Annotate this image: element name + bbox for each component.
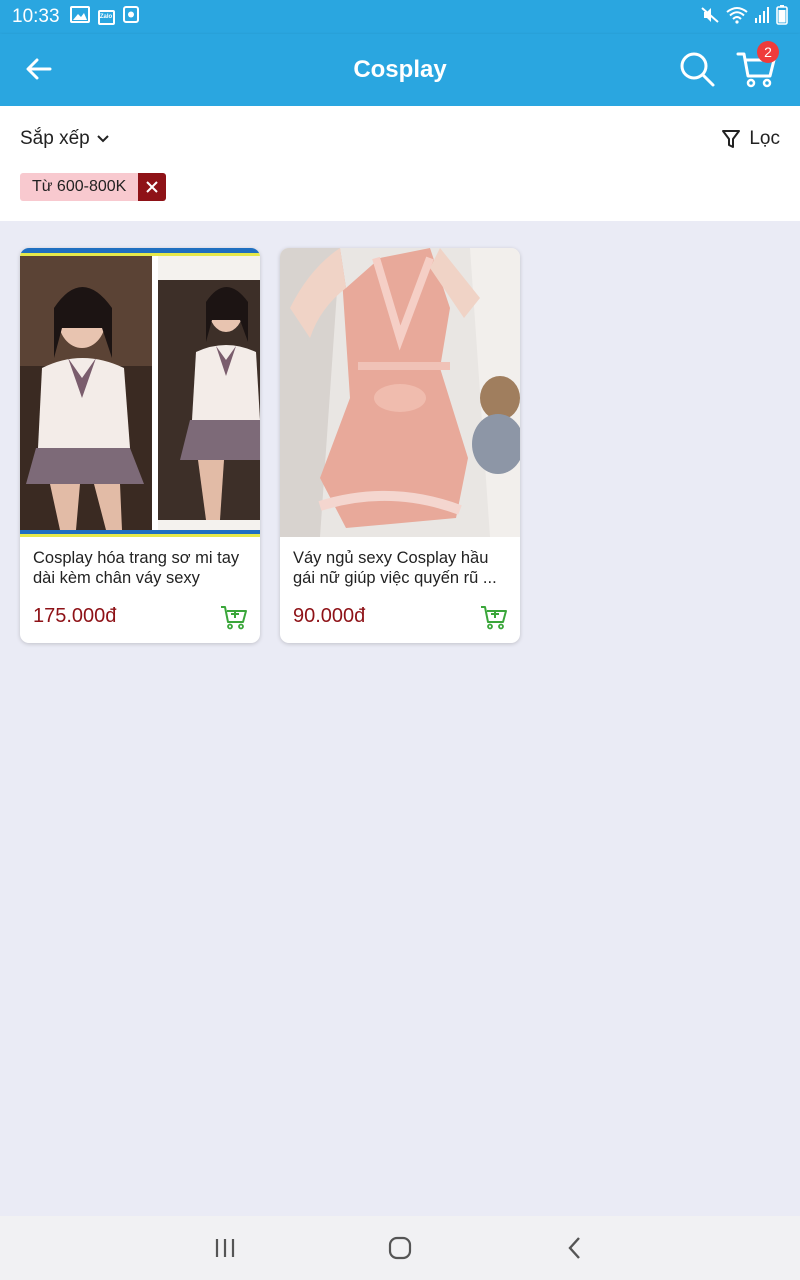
status-bar: 10:33 Zalo <box>0 0 800 34</box>
home-button[interactable] <box>382 1232 418 1264</box>
product-photo-schoolgirl <box>20 248 260 537</box>
filter-button[interactable]: Lọc <box>721 128 780 150</box>
sort-label: Sắp xếp <box>20 128 90 149</box>
product-price: 175.000đ <box>33 605 117 627</box>
product-price: 90.000đ <box>293 605 366 627</box>
filter-icon <box>722 130 741 148</box>
product-card[interactable]: Cosplay hóa trang sơ mi tay dài kèm chân… <box>20 248 260 643</box>
add-to-cart-icon <box>481 606 507 630</box>
remove-filter-button[interactable] <box>138 173 167 201</box>
product-card[interactable]: Váy ngủ sexy Cosplay hầu gái nữ giúp việ… <box>280 248 520 643</box>
product-name[interactable]: Váy ngủ sexy Cosplay hầu gái nữ giúp việ… <box>293 548 511 588</box>
back-button[interactable] <box>22 52 56 86</box>
product-name[interactable]: Cosplay hóa trang sơ mi tay dài kèm chân… <box>33 548 251 588</box>
system-nav-bar <box>0 1216 800 1280</box>
image-icon <box>69 6 90 28</box>
wifi-icon <box>726 6 748 29</box>
search-icon <box>680 52 715 87</box>
filter-label: Lọc <box>749 128 780 149</box>
product-image[interactable] <box>20 248 260 537</box>
recent-apps-icon <box>215 1239 235 1257</box>
sort-dropdown[interactable]: Sắp xếp <box>20 128 110 150</box>
arrow-left-icon <box>26 58 52 80</box>
filter-bar: Sắp xếp Lọc Từ 600-800K <box>0 106 800 221</box>
app-bar: Cosplay <box>0 34 800 106</box>
zalo-icon: Zalo <box>97 9 115 25</box>
product-photo-pink-nightdress <box>280 248 520 537</box>
product-image[interactable] <box>280 248 520 537</box>
chevron-left-icon <box>568 1237 580 1259</box>
app-icon <box>122 6 139 28</box>
signal-icon <box>754 6 770 29</box>
recent-apps-button[interactable] <box>207 1232 243 1264</box>
mute-icon <box>700 6 720 29</box>
status-time: 10:33 <box>12 6 60 27</box>
chip-label: Từ 600-800K <box>20 173 139 201</box>
nav-back-button[interactable] <box>557 1232 593 1264</box>
home-icon <box>388 1236 412 1260</box>
close-icon <box>146 181 159 193</box>
zalo-text: Zalo <box>99 14 113 20</box>
add-to-cart-icon <box>221 606 247 630</box>
chevron-down-icon <box>97 135 109 143</box>
add-to-cart-button[interactable] <box>220 604 248 630</box>
cart-count-badge: 2 <box>757 41 779 63</box>
add-to-cart-button[interactable] <box>480 604 508 630</box>
active-filter-chip: Từ 600-800K <box>20 173 167 201</box>
battery-icon <box>776 4 788 30</box>
search-button[interactable] <box>678 50 716 88</box>
